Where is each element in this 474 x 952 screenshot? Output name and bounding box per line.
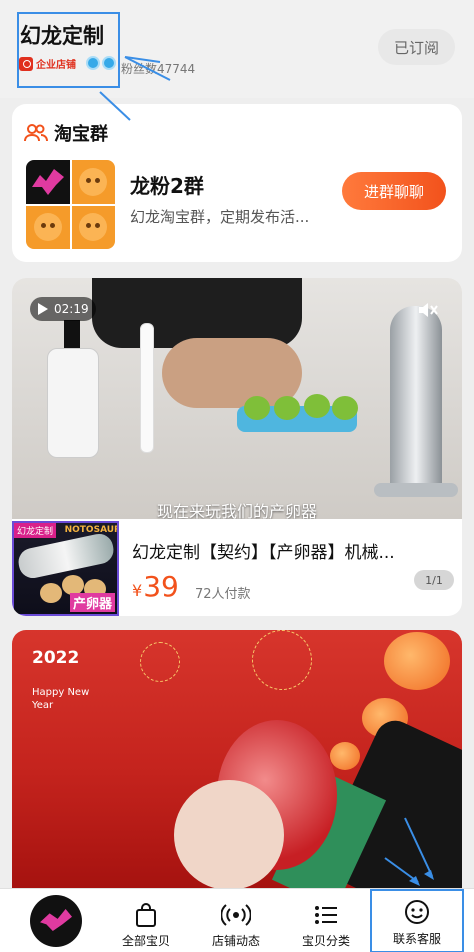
product-video[interactable]: 02:19 现在来玩我们的产卵器 — [12, 278, 462, 519]
banner-greeting: Happy New Year — [32, 687, 90, 711]
video-duration[interactable]: 02:19 — [30, 297, 96, 321]
join-group-button[interactable]: 进群聊聊 — [342, 172, 446, 210]
broadcast-icon — [221, 904, 251, 926]
banner-year: 2022 — [32, 648, 80, 668]
tab-all-items[interactable]: 全部宝贝 — [106, 889, 186, 952]
group-avatar[interactable] — [26, 160, 115, 249]
category-list-icon — [315, 906, 337, 924]
mute-icon[interactable] — [417, 300, 439, 320]
subscribed-button[interactable]: 已订阅 — [378, 29, 455, 65]
annotation-box — [17, 12, 120, 88]
page-indicator: 1/1 — [414, 570, 454, 590]
sold-count: 72人付款 — [195, 587, 251, 602]
lantern-icon — [384, 632, 450, 690]
tab-customer-service[interactable]: 联系客服 — [370, 889, 464, 952]
customer-service-icon — [405, 900, 429, 924]
bottom-tab-bar: 全部宝贝 店铺动态 宝贝分类 联系客服 — [0, 888, 474, 952]
firework-icon — [252, 630, 312, 690]
thumb-brand-tag: NOTOSAUR — [64, 525, 119, 535]
thumb-shop-tag: 幻龙定制 — [14, 523, 57, 538]
product-thumbnail[interactable]: 幻龙定制 NOTOSAUR 产卵器 — [12, 521, 119, 616]
fans-count: 粉丝数47744 — [121, 62, 196, 76]
product-title[interactable]: 幻龙定制【契约】【产卵器】机械... — [132, 538, 395, 563]
firework-icon — [140, 642, 180, 682]
lantern-icon — [330, 742, 360, 770]
group-section-title: 淘宝群 — [24, 120, 108, 146]
mascot-icon — [26, 205, 70, 249]
shopping-bag-icon — [136, 903, 156, 927]
group-description: 幻龙淘宝群，定期发布活... — [130, 208, 310, 226]
dragon-logo-icon — [26, 160, 70, 204]
mascot-icon — [71, 205, 115, 249]
shop-header: 幻龙定制 企业店铺 粉丝数47744 已订阅 — [0, 0, 474, 98]
product-price: ¥ 39 — [132, 570, 179, 603]
promo-banner[interactable]: 2022 Happy New Year — [12, 630, 462, 890]
people-icon — [24, 124, 48, 142]
shop-logo[interactable] — [30, 895, 82, 947]
product-video-card[interactable]: 02:19 现在来玩我们的产卵器 幻龙定制 NOTOSAUR 产卵器 幻龙定制【… — [12, 278, 462, 616]
mascot-icon — [71, 160, 115, 204]
group-name: 龙粉2群 — [130, 174, 204, 198]
tab-shop-feed[interactable]: 店铺动态 — [196, 889, 276, 952]
thumb-product-label: 产卵器 — [70, 593, 116, 612]
play-icon — [38, 303, 48, 315]
tab-categories[interactable]: 宝贝分类 — [286, 889, 366, 952]
taobao-group-card: 淘宝群 龙粉2群 幻龙淘宝群，定期发布活... 进群聊聊 — [12, 104, 462, 262]
video-subtitle: 现在来玩我们的产卵器 — [156, 502, 317, 519]
